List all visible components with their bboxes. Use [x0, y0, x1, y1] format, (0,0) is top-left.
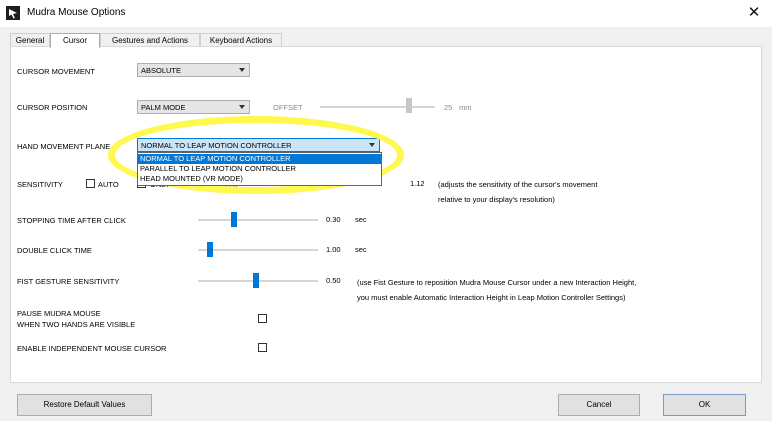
offset-slider-thumb[interactable]	[406, 98, 412, 113]
options-window: Mudra Mouse Options ✕ General Cursor Ges…	[0, 0, 772, 421]
stopping-time-slider-track[interactable]	[198, 219, 318, 221]
cancel-button[interactable]: Cancel	[558, 394, 640, 416]
close-icon[interactable]: ✕	[742, 2, 766, 24]
double-click-time-value: 1.00	[326, 245, 341, 254]
cursor-movement-value: ABSOLUTE	[141, 66, 182, 75]
independent-cursor-label: ENABLE INDEPENDENT MOUSE CURSOR	[17, 344, 167, 353]
offset-value: 25	[444, 103, 453, 112]
double-click-slider-thumb[interactable]	[207, 242, 213, 257]
pause-mudra-label-line1: PAUSE MUDRA MOUSE	[17, 309, 101, 318]
tab-cursor[interactable]: Cursor	[50, 33, 100, 48]
auto-checkbox[interactable]	[86, 179, 95, 188]
fist-gesture-slider-thumb[interactable]	[253, 273, 259, 288]
window-title: Mudra Mouse Options	[27, 7, 126, 18]
chevron-down-icon	[369, 143, 375, 147]
double-click-slider-track[interactable]	[198, 249, 318, 251]
pause-mudra-label-line2: WHEN TWO HANDS ARE VISIBLE	[17, 320, 136, 329]
stopping-time-value: 0.30	[326, 215, 341, 224]
ok-button[interactable]: OK	[663, 394, 746, 416]
option-normal-to-leap[interactable]: NORMAL TO LEAP MOTION CONTROLLER	[138, 154, 381, 164]
cursor-position-label: CURSOR POSITION	[17, 103, 88, 112]
hand-movement-plane-value: NORMAL TO LEAP MOTION CONTROLLER	[141, 141, 292, 150]
restore-defaults-button[interactable]: Restore Default Values	[17, 394, 152, 416]
option-head-mounted[interactable]: HEAD MOUNTED (VR MODE)	[138, 174, 381, 184]
app-icon	[6, 6, 20, 20]
fist-gesture-value: 0.50	[326, 276, 341, 285]
hand-movement-plane-label: HAND MOVEMENT PLANE	[17, 142, 111, 151]
offset-slider-track[interactable]	[320, 106, 435, 108]
sensitivity-label: SENSITIVITY	[17, 180, 63, 189]
stopping-time-label: STOPPING TIME AFTER CLICK	[17, 216, 126, 225]
independent-cursor-checkbox[interactable]	[258, 343, 267, 352]
double-click-time-unit: sec	[355, 245, 367, 254]
double-click-time-label: DOUBLE CLICK TIME	[17, 246, 92, 255]
cursor-position-value: PALM MODE	[141, 103, 186, 112]
cursor-movement-select[interactable]: ABSOLUTE	[137, 63, 250, 77]
tab-keyboard-actions[interactable]: Keyboard Actions	[200, 33, 282, 47]
cursor-movement-label: CURSOR MOVEMENT	[17, 67, 95, 76]
tab-gestures-and-actions[interactable]: Gestures and Actions	[100, 33, 200, 47]
option-parallel-to-leap[interactable]: PARALLEL TO LEAP MOTION CONTROLLER	[138, 164, 381, 174]
sensitivity-note-line2: relative to your display's resolution)	[438, 195, 555, 204]
sensitivity-value: 1.12	[410, 179, 425, 188]
hand-movement-plane-select[interactable]: NORMAL TO LEAP MOTION CONTROLLER	[137, 138, 380, 152]
fist-gesture-note-line2: you must enable Automatic Interaction He…	[357, 293, 626, 302]
stopping-time-unit: sec	[355, 215, 367, 224]
stopping-time-slider-thumb[interactable]	[231, 212, 237, 227]
pause-mudra-checkbox[interactable]	[258, 314, 267, 323]
chevron-down-icon	[239, 68, 245, 72]
offset-unit: mm	[459, 103, 472, 112]
cursor-position-select[interactable]: PALM MODE	[137, 100, 250, 114]
chevron-down-icon	[239, 105, 245, 109]
fist-gesture-note-line1: (use Fist Gesture to reposition Mudra Mo…	[357, 278, 637, 287]
auto-label: AUTO	[98, 180, 119, 189]
fist-gesture-label: FIST GESTURE SENSITIVITY	[17, 277, 120, 286]
title-bar: Mudra Mouse Options ✕	[0, 0, 772, 27]
sensitivity-note-line1: (adjusts the sensitivity of the cursor's…	[438, 180, 598, 189]
cursor-settings-panel	[10, 46, 762, 383]
tab-general[interactable]: General	[10, 33, 50, 47]
offset-label: OFFSET	[273, 103, 303, 112]
hand-movement-plane-dropdown: NORMAL TO LEAP MOTION CONTROLLER PARALLE…	[137, 152, 382, 186]
